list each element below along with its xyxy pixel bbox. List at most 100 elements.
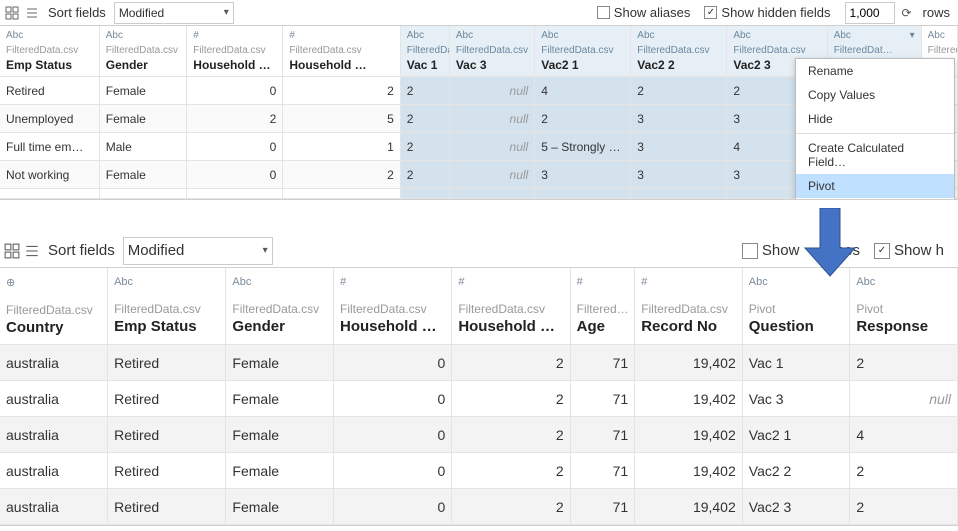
ctx-copy[interactable]: Copy Values	[796, 83, 954, 107]
column-header[interactable]: #FilteredData.csvHousehold …	[187, 26, 283, 77]
type-icon: Abc	[541, 30, 624, 41]
cell: 2	[452, 453, 570, 489]
cell: null	[449, 133, 534, 161]
column-header[interactable]: AbcFilteredData.csvVac 3	[449, 26, 534, 77]
source-label: Filtered…	[577, 302, 629, 316]
list-icon[interactable]	[24, 243, 40, 259]
cell: 71	[570, 489, 635, 525]
field-name: Emp Status	[114, 318, 219, 335]
cell: 0	[333, 453, 451, 489]
context-menu: Rename Copy Values Hide Create Calculate…	[795, 58, 955, 199]
column-header[interactable]: AbcFilteredData.csvVac2 2	[631, 26, 727, 77]
ctx-hide[interactable]: Hide	[796, 107, 954, 131]
column-header[interactable]: #FilteredData.csvHousehold …	[452, 268, 570, 345]
field-name: Vac 1	[407, 58, 443, 72]
cell: null	[850, 381, 958, 417]
cell: 2	[283, 161, 400, 189]
sort-fields-select[interactable]: Modified▾	[123, 237, 273, 265]
column-header[interactable]: #Filtered…Age	[570, 268, 635, 345]
source-label: FilteredData.csv	[6, 303, 101, 317]
grid-icon[interactable]	[4, 243, 20, 259]
column-header[interactable]: #FilteredData.csvHousehold …	[333, 268, 451, 345]
cell: 3	[535, 161, 631, 189]
field-name: Household …	[193, 58, 276, 72]
column-header[interactable]: AbcPivotResponse	[850, 268, 958, 345]
cell: australia	[0, 489, 108, 525]
show-aliases-checkbox[interactable]: Show aliases	[597, 5, 691, 20]
cell: 19,402	[635, 381, 743, 417]
cell: 71	[570, 381, 635, 417]
source-label: FilteredDat…	[834, 45, 915, 56]
list-icon[interactable]	[24, 5, 40, 21]
type-icon: Abc	[6, 30, 93, 41]
table-row[interactable]: australiaRetiredFemale027119,402Vac2 22	[0, 453, 958, 489]
cell: 2	[452, 381, 570, 417]
source-label: FilteredData.csv	[458, 302, 563, 316]
type-icon: #	[289, 30, 393, 41]
sort-fields-label: Sort fields	[44, 5, 110, 20]
cell: 0	[187, 133, 283, 161]
cell: 5	[283, 105, 400, 133]
rows-refresh-icon[interactable]: ⟳	[899, 5, 915, 21]
type-icon: Abc	[749, 276, 844, 288]
table-row[interactable]: australiaRetiredFemale027119,402Vac 3nul…	[0, 381, 958, 417]
field-name: Country	[6, 319, 101, 336]
sort-fields-label: Sort fields	[44, 242, 119, 259]
source-label: FilteredData.csv	[114, 302, 219, 316]
source-label: Pivot	[749, 302, 844, 316]
cell: 2	[452, 417, 570, 453]
cell: 0	[333, 489, 451, 525]
grid-icon[interactable]	[4, 5, 20, 21]
cell: null	[449, 77, 534, 105]
type-icon: ⊕	[6, 276, 101, 289]
type-icon: Abc	[856, 276, 951, 288]
cell: 2	[850, 453, 958, 489]
show-aliases-checkbox[interactable]: Show ases	[742, 242, 860, 259]
cell: 19,402	[635, 453, 743, 489]
table-row[interactable]: australiaRetiredFemale027119,402Vac2 14	[0, 417, 958, 453]
cell: 4	[535, 77, 631, 105]
ctx-calc[interactable]: Create Calculated Field…	[796, 136, 954, 174]
show-hidden-checkbox[interactable]: ✓Show h	[874, 242, 944, 259]
column-header[interactable]: AbcFilteredData.csvVac2 1	[535, 26, 631, 77]
type-icon: Abc	[637, 30, 720, 41]
field-name: Gender	[106, 58, 181, 72]
cell: 2	[535, 105, 631, 133]
cell: Not working	[0, 161, 99, 189]
source-label: FilteredData.csv	[6, 45, 93, 56]
column-header[interactable]: AbcFilteredData.csvEmp Status	[0, 26, 99, 77]
source-label: FilteredData.csv	[733, 45, 820, 56]
field-name: Response	[856, 318, 951, 335]
table-row[interactable]: australiaRetiredFemale027119,402Vac2 32	[0, 489, 958, 525]
field-name: Vac 3	[456, 58, 528, 72]
column-header[interactable]: ⊕ FilteredData.csv Country	[0, 268, 108, 345]
cell: Retired	[108, 345, 226, 381]
cell: 2	[850, 489, 958, 525]
column-header[interactable]: AbcPivotQuestion	[742, 268, 850, 345]
type-icon: #	[340, 276, 445, 288]
column-header[interactable]: AbcFilteredData.csvGender	[99, 26, 187, 77]
cell: australia	[0, 345, 108, 381]
cell: 0	[333, 345, 451, 381]
rows-input[interactable]	[845, 2, 895, 24]
cell: 0	[187, 77, 283, 105]
cell: 3	[631, 105, 727, 133]
show-hidden-checkbox[interactable]: ✓Show hidden fields	[704, 5, 830, 20]
source-label: FilteredData.csv	[541, 45, 624, 56]
ctx-merge[interactable]: Merge Mismatched Fields	[796, 198, 954, 199]
type-icon: Abc	[928, 30, 951, 41]
cell: 2	[400, 133, 449, 161]
column-header[interactable]: AbcFilteredData.csvGender	[226, 268, 334, 345]
table-row[interactable]: australiaRetiredFemale027119,402Vac 12	[0, 345, 958, 381]
field-name: Household …	[340, 318, 445, 335]
column-header[interactable]: #FilteredData.csvHousehold …	[283, 26, 400, 77]
column-header[interactable]: #FilteredData.csvRecord No	[635, 268, 743, 345]
column-header[interactable]: AbcFilteredData.csvVac 1	[400, 26, 449, 77]
ctx-rename[interactable]: Rename	[796, 59, 954, 83]
cell: Vac2 1	[742, 417, 850, 453]
cell: Female	[99, 77, 187, 105]
column-header[interactable]: AbcFilteredData.csvEmp Status	[108, 268, 226, 345]
ctx-pivot[interactable]: Pivot	[796, 174, 954, 198]
cell: 2	[400, 105, 449, 133]
sort-fields-select[interactable]: Modified▾	[114, 2, 234, 24]
